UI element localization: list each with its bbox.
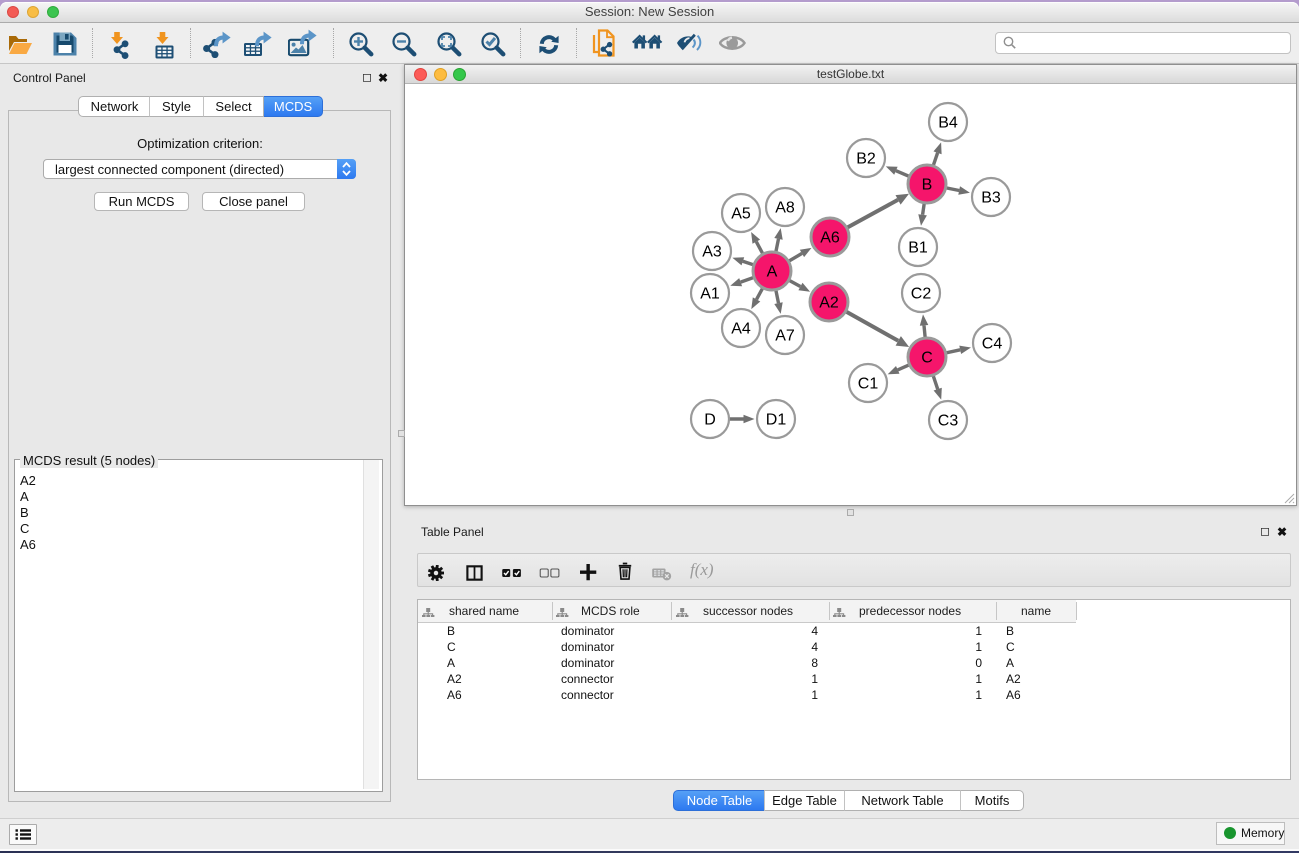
svg-text:A1: A1 bbox=[700, 286, 720, 303]
svg-text:A: A bbox=[767, 264, 778, 281]
svg-text:C: C bbox=[921, 350, 933, 367]
svg-text:A2: A2 bbox=[819, 295, 839, 312]
svg-text:C3: C3 bbox=[938, 413, 959, 430]
svg-text:D: D bbox=[704, 412, 716, 429]
svg-text:A7: A7 bbox=[775, 328, 795, 345]
svg-text:A8: A8 bbox=[775, 200, 795, 217]
svg-text:B3: B3 bbox=[981, 190, 1001, 207]
svg-text:C1: C1 bbox=[858, 376, 879, 393]
svg-text:A4: A4 bbox=[731, 321, 751, 338]
svg-text:B: B bbox=[922, 177, 933, 194]
svg-text:C2: C2 bbox=[911, 286, 932, 303]
svg-text:B2: B2 bbox=[856, 151, 876, 168]
svg-text:B4: B4 bbox=[938, 115, 958, 132]
svg-text:A3: A3 bbox=[702, 244, 722, 261]
svg-text:D1: D1 bbox=[766, 412, 787, 429]
svg-text:A5: A5 bbox=[731, 206, 751, 223]
svg-text:C4: C4 bbox=[982, 336, 1003, 353]
svg-text:A6: A6 bbox=[820, 230, 840, 247]
svg-text:B1: B1 bbox=[908, 240, 928, 257]
